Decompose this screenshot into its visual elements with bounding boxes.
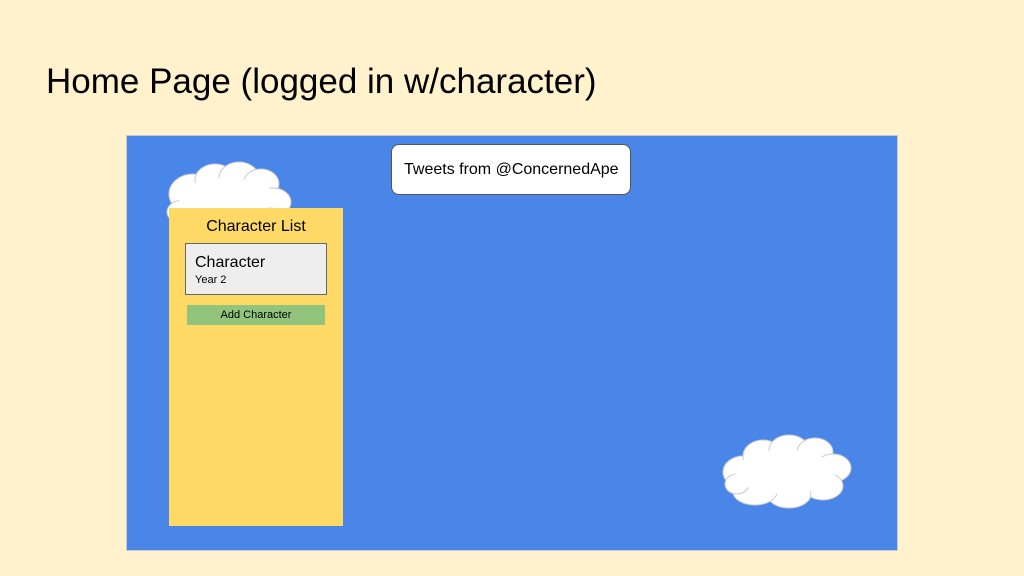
tweets-label: Tweets from @ConcernedApe <box>404 160 619 178</box>
character-list-panel: Character List Character Year 2 Add Char… <box>169 208 343 526</box>
character-list-title: Character List <box>206 218 306 235</box>
cloud-icon <box>722 434 852 509</box>
add-character-button[interactable]: Add Character <box>187 305 325 325</box>
character-card[interactable]: Character Year 2 <box>185 243 327 295</box>
character-year: Year 2 <box>195 274 227 286</box>
tweets-widget[interactable]: Tweets from @ConcernedApe <box>391 144 631 195</box>
character-name: Character <box>195 254 266 271</box>
page-title: Home Page (logged in w/character) <box>46 62 597 101</box>
app-canvas: Tweets from @ConcernedApe Character List… <box>126 135 898 551</box>
